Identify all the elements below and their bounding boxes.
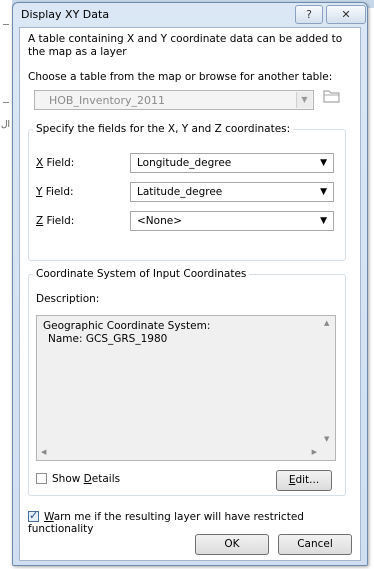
title-bar[interactable]: Display XY Data ? ✕	[13, 3, 367, 25]
table-select[interactable]: HOB_Inventory_2011 ▼	[34, 90, 314, 110]
choose-table-label: Choose a table from the map or browse fo…	[28, 71, 333, 83]
y-field-label: Y Field:	[36, 186, 74, 198]
background-text-fragment: ال	[1, 120, 11, 130]
y-field-value: Latitude_degree	[137, 186, 223, 198]
checkbox-box[interactable]	[28, 509, 39, 522]
background-divider	[3, 102, 9, 103]
help-button[interactable]: ?	[295, 5, 323, 24]
ok-button[interactable]: OK	[195, 534, 269, 555]
vertical-scrollbar[interactable]: ▲ ▼	[320, 316, 335, 445]
display-xy-data-dialog: Display XY Data ? ✕ A table containing X…	[12, 2, 368, 566]
close-button[interactable]: ✕	[326, 5, 366, 24]
intro-text: A table containing X and Y coordinate da…	[28, 33, 343, 58]
description-label: Description:	[36, 293, 100, 305]
warn-restricted-checkbox[interactable]: Warn me if the resulting layer will have…	[28, 509, 360, 535]
browse-button[interactable]	[321, 88, 343, 110]
coordinate-system-group: Coordinate System of Input Coordinates D…	[28, 268, 346, 496]
description-box[interactable]: Geographic Coordinate System: Name: GCS_…	[36, 315, 336, 461]
open-folder-icon	[323, 90, 340, 103]
cancel-button[interactable]: Cancel	[278, 534, 352, 555]
dialog-title: Display XY Data	[21, 8, 110, 21]
dialog-body: A table containing X and Y coordinate da…	[19, 27, 361, 561]
z-field-label: Z Field:	[36, 215, 75, 227]
help-icon: ?	[306, 8, 312, 21]
show-details-checkbox[interactable]: Show Details	[36, 473, 120, 485]
horizontal-scrollbar[interactable]: ◀ ▶	[37, 445, 321, 460]
background-app-edge	[0, 0, 12, 569]
edit-button[interactable]: Edit...	[276, 470, 332, 491]
coordinate-system-legend: Coordinate System of Input Coordinates	[36, 268, 247, 280]
chevron-down-icon: ▼	[320, 187, 327, 197]
checkbox-box[interactable]	[36, 473, 47, 484]
scroll-up-icon[interactable]: ▲	[324, 319, 329, 327]
description-text: Geographic Coordinate System: Name: GCS_…	[43, 320, 210, 346]
close-icon: ✕	[341, 8, 351, 21]
xyz-fields-group: Specify the fields for the X, Y and Z co…	[28, 123, 346, 261]
xyz-fields-legend: Specify the fields for the X, Y and Z co…	[36, 123, 291, 135]
scroll-left-icon[interactable]: ◀	[41, 448, 46, 456]
chevron-down-icon: ▼	[320, 216, 327, 226]
table-select-value: HOB_Inventory_2011	[49, 94, 166, 107]
background-divider	[3, 24, 9, 25]
description-line: Geographic Coordinate System:	[43, 320, 211, 332]
x-field-select[interactable]: Longitude_degree ▼	[130, 153, 334, 173]
x-field-value: Longitude_degree	[137, 157, 232, 169]
description-line: Name: GCS_GRS_1980	[48, 333, 168, 345]
y-field-select[interactable]: Latitude_degree ▼	[130, 182, 334, 202]
scroll-down-icon[interactable]: ▼	[324, 435, 329, 443]
z-field-select[interactable]: <None> ▼	[130, 211, 334, 231]
chevron-down-icon: ▼	[320, 158, 327, 168]
z-field-value: <None>	[137, 215, 182, 227]
scroll-right-icon[interactable]: ▶	[312, 448, 317, 456]
chevron-down-icon: ▼	[296, 92, 312, 108]
x-field-label: X Field:	[36, 157, 75, 169]
